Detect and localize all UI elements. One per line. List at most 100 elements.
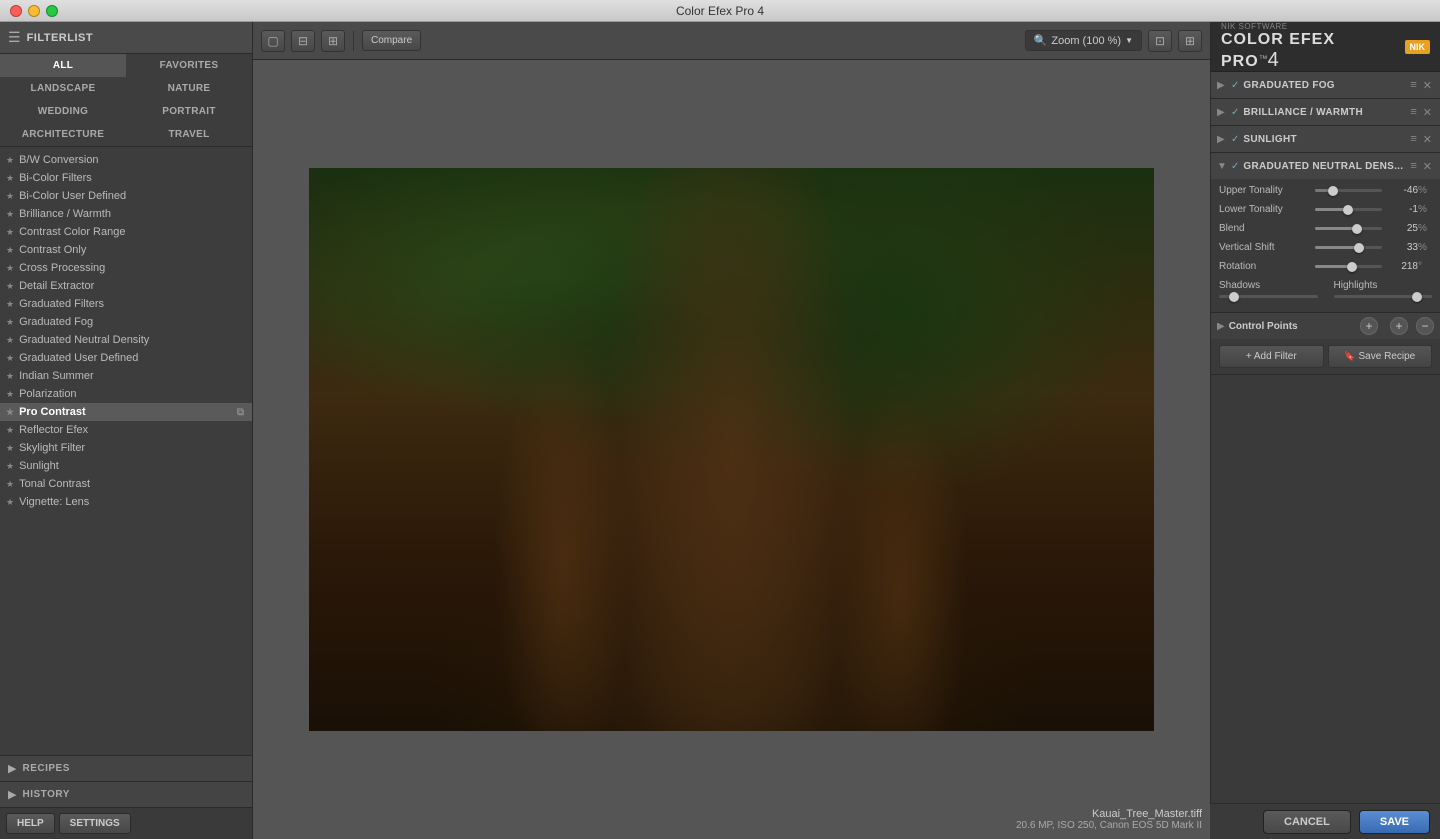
filter-item-detail-extractor[interactable]: ★ Detail Extractor [0,277,252,295]
filter-item-tonal-contrast[interactable]: ★ Tonal Contrast [0,475,252,493]
cp-delete-button[interactable]: − [1416,317,1434,335]
filter-item-pro-contrast[interactable]: ★ Pro Contrast ⧉ [0,403,252,421]
cp-remove-button[interactable]: + [1390,317,1408,335]
filter-item-polarization[interactable]: ★ Polarization [0,385,252,403]
filter-item-bw-conversion[interactable]: ★ B/W Conversion [0,151,252,169]
cp-add-button[interactable]: + [1360,317,1378,335]
save-recipe-button[interactable]: 🔖 Save Recipe [1328,345,1433,368]
tab-favorites[interactable]: FAVORITES [126,54,252,77]
highlights-item: Highlights [1334,280,1433,298]
filter-item-skylight-filter[interactable]: ★ Skylight Filter [0,439,252,457]
graduated-fog-header[interactable]: ▶ ✓ GRADUATED FOG ≡ ✕ [1211,72,1440,98]
filter-item-contrast-only[interactable]: ★ Contrast Only [0,241,252,259]
filter-item-sunlight[interactable]: ★ Sunlight [0,457,252,475]
shadows-thumb[interactable] [1229,292,1239,302]
filter-item-graduated-filters[interactable]: ★ Graduated Filters [0,295,252,313]
star-icon: ★ [6,443,14,454]
filter-label: Tonal Contrast [19,478,90,490]
blend-thumb[interactable] [1352,224,1362,234]
compare-button[interactable]: Compare [362,30,421,51]
vertical-shift-track[interactable] [1315,246,1382,249]
upper-tonality-thumb[interactable] [1328,186,1338,196]
filter-item-cross-processing[interactable]: ★ Cross Processing [0,259,252,277]
filter-item-graduated-fog[interactable]: ★ Graduated Fog [0,313,252,331]
section-menu-icon[interactable]: ≡ [1408,79,1418,92]
filter-item-bi-color-filters[interactable]: ★ Bi-Color Filters [0,169,252,187]
filter-item-brilliance-warmth[interactable]: ★ Brilliance / Warmth [0,205,252,223]
save-button[interactable]: SAVE [1359,810,1430,834]
tab-travel[interactable]: TRAVEL [126,123,252,146]
sunlight-header[interactable]: ▶ ✓ SUNLIGHT ≡ ✕ [1211,126,1440,152]
image-area: Kauai_Tree_Master.tiff 20.6 MP, ISO 250,… [253,60,1210,839]
rotation-thumb[interactable] [1347,262,1357,272]
upper-tonality-track[interactable] [1315,189,1382,192]
right-panel: Nik Software COLOR EFEX PRO™4 NIK ▶ ✓ GR… [1210,22,1440,839]
single-view-button[interactable]: ▢ [261,30,285,52]
fit-view-button[interactable]: ⊡ [1148,30,1172,52]
filter-item-contrast-color-range[interactable]: ★ Contrast Color Range [0,223,252,241]
expand-icon: ▶ [1217,107,1227,118]
maximize-button[interactable] [46,5,58,17]
gnd-section: ▼ ✓ GRADUATED NEUTRAL DENS... ≡ ✕ Upper … [1211,153,1440,313]
section-close-icon[interactable]: ✕ [1421,133,1434,146]
sidebar: ☰ FILTERLIST ALL FAVORITES LANDSCAPE NAT… [0,22,253,839]
lower-tonality-unit: % [1418,204,1432,215]
cancel-button[interactable]: CANCEL [1263,810,1351,834]
minimize-button[interactable] [28,5,40,17]
recipes-icon: ▶ [8,762,16,775]
highlights-thumb[interactable] [1412,292,1422,302]
section-close-icon[interactable]: ✕ [1421,106,1434,119]
close-button[interactable] [10,5,22,17]
settings-button[interactable]: SETTINGS [59,813,131,834]
tab-portrait[interactable]: PORTRAIT [126,100,252,123]
section-menu-icon[interactable]: ≡ [1408,133,1418,146]
filter-label: Detail Extractor [19,280,94,292]
zoom-display[interactable]: 🔍 Zoom (100 %) ▼ [1025,30,1142,51]
control-points-label: Control Points [1229,321,1356,332]
recipes-section[interactable]: ▶ RECIPES [0,755,252,781]
brilliance-warmth-header[interactable]: ▶ ✓ BRILLIANCE / WARMTH ≡ ✕ [1211,99,1440,125]
shadows-track[interactable] [1219,295,1318,298]
tab-nature[interactable]: NATURE [126,77,252,100]
filter-label: Graduated User Defined [19,352,138,364]
help-button[interactable]: HELP [6,813,55,834]
menu-icon: ☰ [8,29,21,46]
filter-label: Graduated Filters [19,298,104,310]
star-icon: ★ [6,425,14,436]
star-icon: ★ [6,479,14,490]
tab-landscape[interactable]: LANDSCAPE [0,77,126,100]
rotation-track[interactable] [1315,265,1382,268]
section-menu-icon[interactable]: ≡ [1408,106,1418,119]
filter-item-bi-color-user-defined[interactable]: ★ Bi-Color User Defined [0,187,252,205]
filter-item-reflector-efex[interactable]: ★ Reflector Efex [0,421,252,439]
gnd-header[interactable]: ▼ ✓ GRADUATED NEUTRAL DENS... ≡ ✕ [1211,153,1440,179]
tab-wedding[interactable]: WEDDING [0,100,126,123]
filter-label: Pro Contrast [19,406,86,418]
lower-tonality-thumb[interactable] [1343,205,1353,215]
vertical-shift-thumb[interactable] [1354,243,1364,253]
history-section[interactable]: ▶ HISTORY [0,781,252,807]
section-close-icon[interactable]: ✕ [1421,160,1434,173]
star-icon: ★ [6,191,14,202]
filter-item-graduated-neutral-density[interactable]: ★ Graduated Neutral Density [0,331,252,349]
filter-item-vignette-lens[interactable]: ★ Vignette: Lens [0,493,252,511]
star-icon: ★ [6,155,14,166]
blend-unit: % [1418,223,1432,234]
tab-architecture[interactable]: ARCHITECTURE [0,123,126,146]
star-icon: ★ [6,371,14,382]
lower-tonality-track[interactable] [1315,208,1382,211]
tab-all[interactable]: ALL [0,54,126,77]
add-filter-button[interactable]: + Add Filter [1219,345,1324,368]
gnd-body: Upper Tonality -46 % Lower Tonality [1211,179,1440,312]
highlights-track[interactable] [1334,295,1433,298]
filter-item-graduated-user-defined[interactable]: ★ Graduated User Defined [0,349,252,367]
filter-item-indian-summer[interactable]: ★ Indian Summer [0,367,252,385]
blend-track[interactable] [1315,227,1382,230]
blend-label: Blend [1219,223,1309,234]
section-close-icon[interactable]: ✕ [1421,79,1434,92]
split-h-button[interactable]: ⊞ [321,30,345,52]
split-v-button[interactable]: ⊟ [291,30,315,52]
section-menu-icon[interactable]: ≡ [1408,160,1418,173]
rotation-value: 218 [1388,261,1418,272]
fullscreen-button[interactable]: ⊞ [1178,30,1202,52]
